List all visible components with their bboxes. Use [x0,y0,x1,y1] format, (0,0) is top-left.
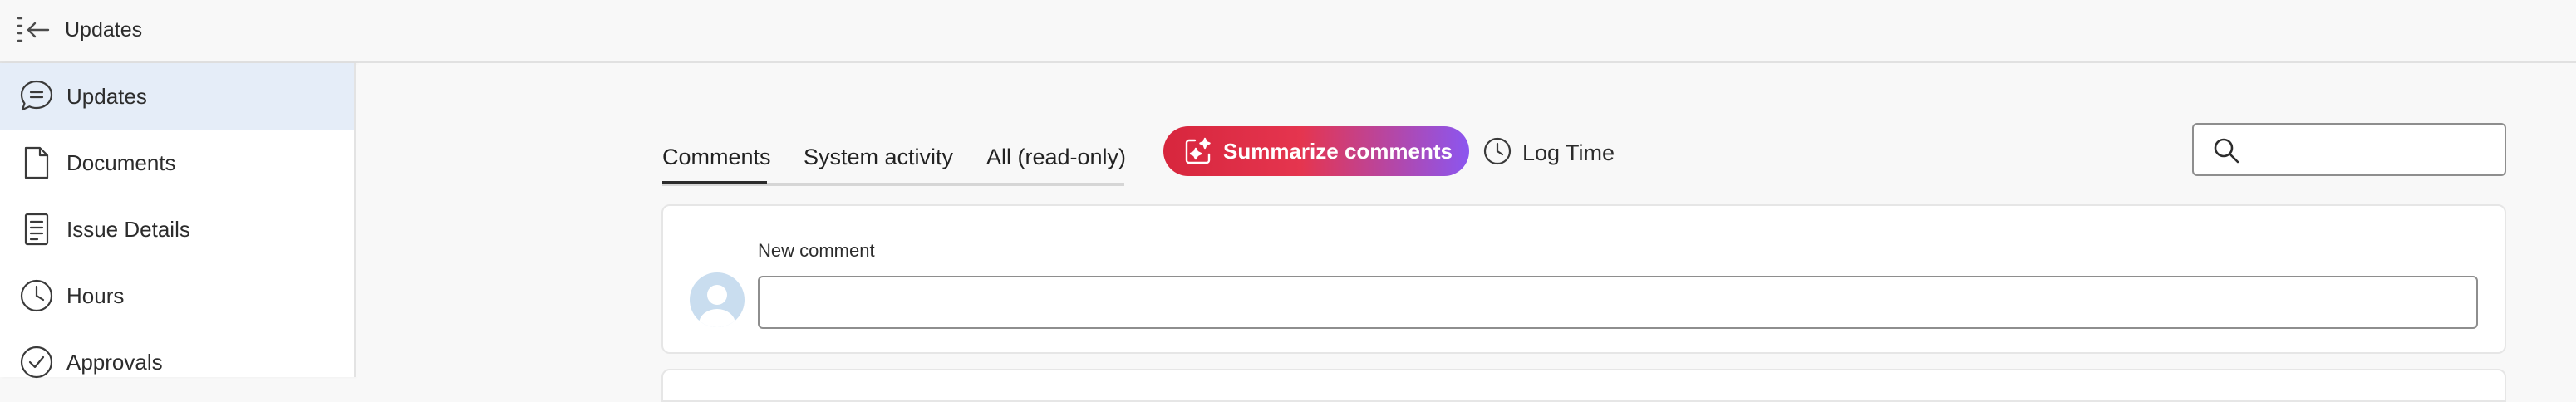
sidebar-item-label: Hours [66,283,125,308]
comment-list-card [661,369,2506,402]
document-icon [18,145,55,181]
tab-label: All (read-only) [986,145,1127,169]
clock-icon [1482,136,1512,166]
check-circle-icon [18,344,55,380]
search-icon [2212,136,2240,164]
chat-bubble-icon [18,78,55,115]
new-comment-card: New comment [661,204,2506,354]
sidebar-item-hours[interactable]: Hours [0,262,354,329]
tab-comments[interactable]: Comments [662,136,771,186]
sidebar-item-label: Approvals [66,350,163,375]
user-avatar-icon [690,272,745,327]
details-icon [18,211,55,248]
clock-icon [18,277,55,314]
sidebar-item-issue-details[interactable]: Issue Details [0,196,354,262]
tab-label: System activity [804,145,954,169]
page-title: Updates [65,18,143,42]
sidebar-item-updates[interactable]: Updates [0,63,354,130]
log-time-label: Log Time [1522,140,1615,165]
sidebar-item-label: Documents [66,150,176,175]
collapse-menu-icon[interactable] [17,15,52,45]
tab-system-activity[interactable]: System activity [804,136,953,186]
top-bar: Updates [0,0,2576,63]
log-time-button[interactable]: Log Time [1482,133,1632,173]
search-box[interactable] [2192,123,2506,176]
sidebar-item-approvals[interactable]: Approvals [0,329,354,395]
tab-all-read-only[interactable]: All (read-only) [986,136,1127,186]
new-comment-input[interactable] [758,276,2478,329]
new-comment-label: New comment [758,240,875,261]
sidebar-item-label: Updates [66,84,147,109]
main-content: Comments System activity All (read-only)… [356,65,2576,402]
sidebar-item-label: Issue Details [66,217,190,242]
search-input[interactable] [2252,131,2498,168]
tab-label: Comments [662,145,771,169]
sidebar: Updates Documents Issue Details Hours Ap… [0,63,356,379]
ai-sparkle-icon [1183,136,1213,166]
tab-selected-indicator [662,181,767,184]
sidebar-item-documents[interactable]: Documents [0,130,354,196]
summarize-comments-button[interactable]: Summarize comments [1163,126,1469,176]
summarize-comments-label: Summarize comments [1223,139,1453,164]
